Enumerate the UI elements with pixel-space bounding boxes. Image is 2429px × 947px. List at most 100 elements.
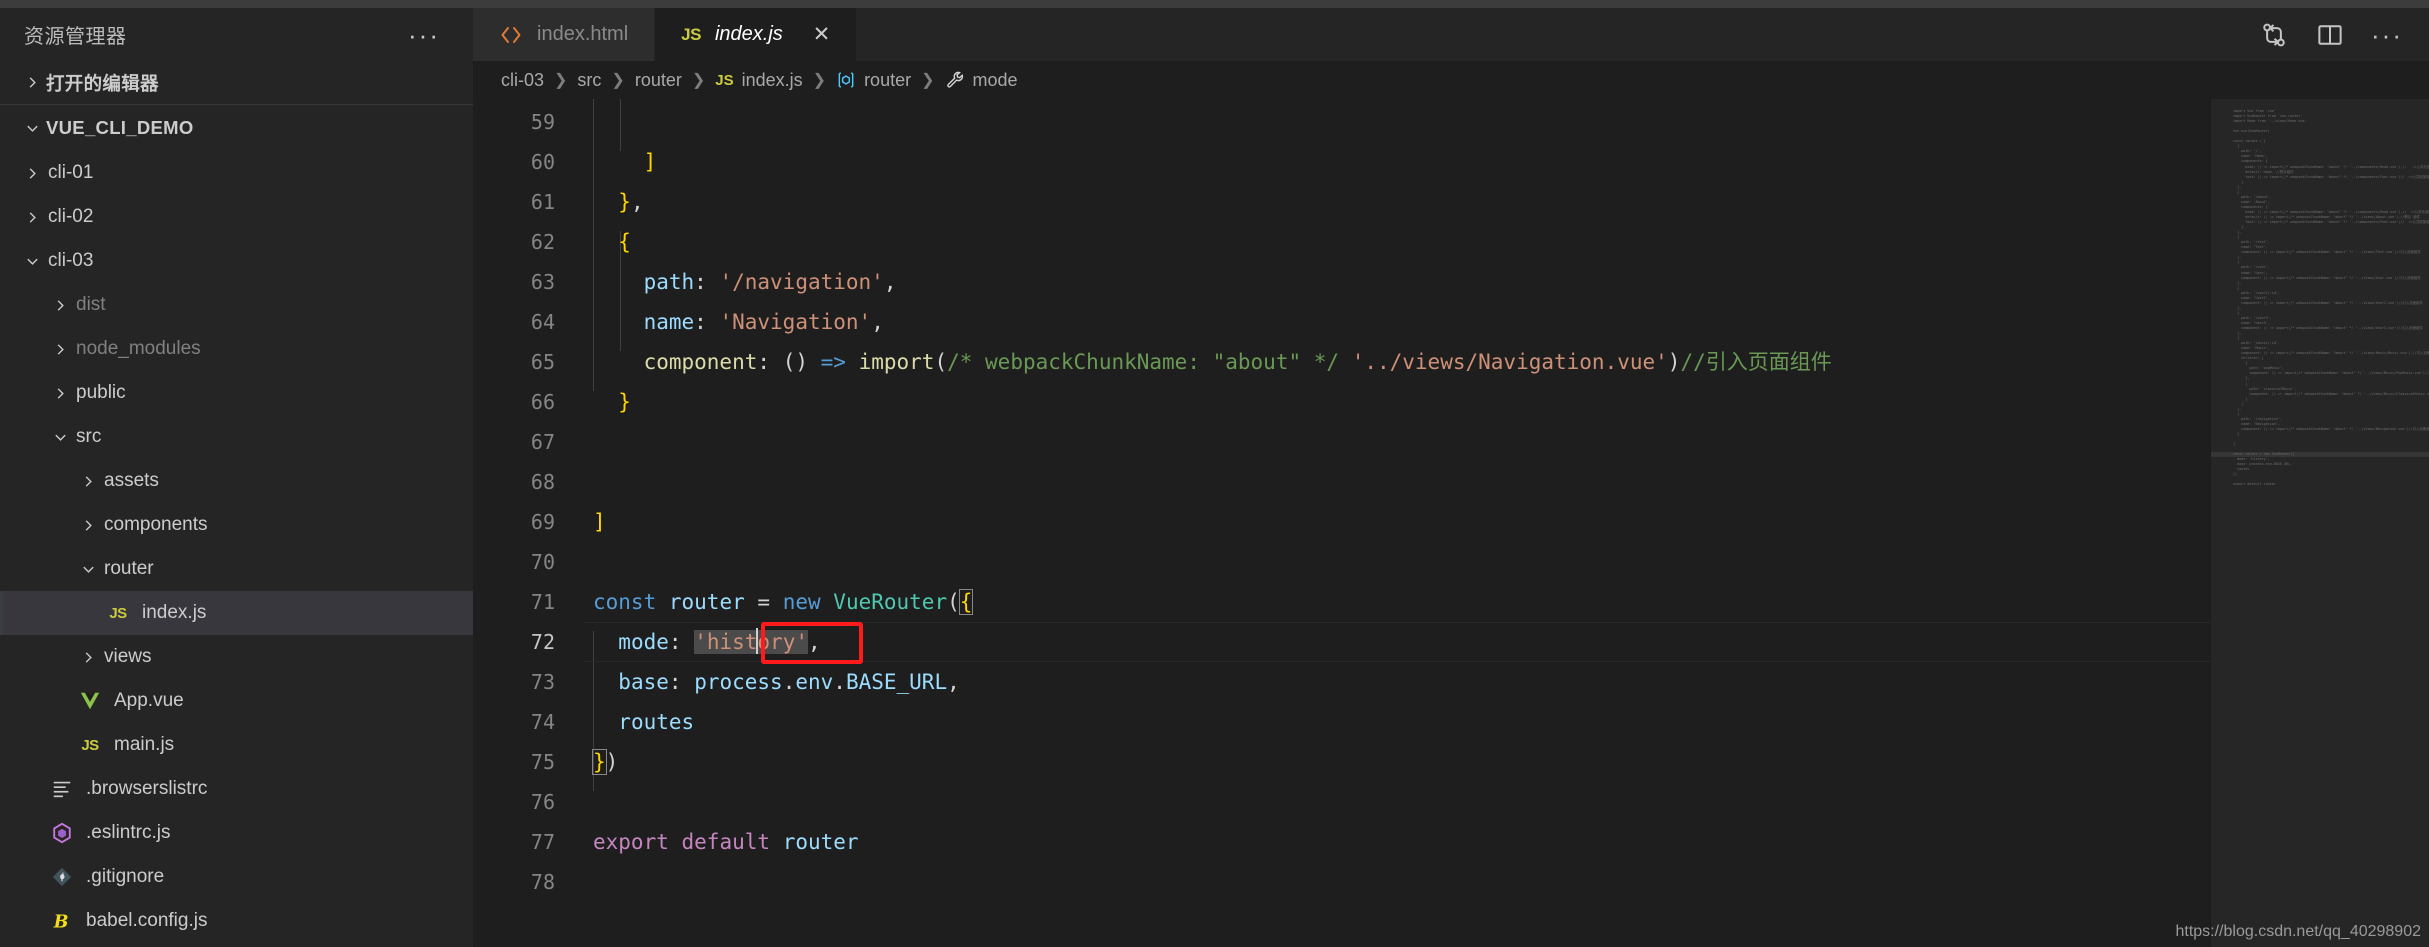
split-compare-icon[interactable] xyxy=(2259,20,2289,50)
chevron-down-icon xyxy=(74,562,102,577)
breadcrumb-item-router[interactable]: router xyxy=(635,70,682,91)
chevron-right-icon xyxy=(18,75,46,90)
code-line-78[interactable] xyxy=(583,862,2429,902)
line-number: 67 xyxy=(530,430,555,454)
breadcrumb-label: src xyxy=(577,69,602,90)
wrench-icon xyxy=(945,70,965,90)
tree-item-src[interactable]: src xyxy=(0,415,473,459)
breadcrumb-item-cli-03[interactable]: cli-03 xyxy=(501,70,544,91)
code-line-71[interactable]: const router = new VueRouter({ xyxy=(583,582,2429,622)
line-number: 64 xyxy=(530,310,555,334)
tree-item-eslintrc-js[interactable]: .eslintrc.js xyxy=(0,811,473,855)
breadcrumb-separator: ❯ xyxy=(611,72,625,89)
line-number: 75 xyxy=(530,750,555,774)
tree-item-node-modules[interactable]: node_modules xyxy=(0,327,473,371)
code-line-77[interactable]: export default router xyxy=(583,822,2429,862)
code-line-62[interactable]: { xyxy=(583,222,2429,262)
code-line-70[interactable] xyxy=(583,542,2429,582)
code-line-76[interactable] xyxy=(583,782,2429,822)
code-line-68[interactable] xyxy=(583,462,2429,502)
tree-item-label: .gitignore xyxy=(86,866,165,887)
tree-item-label: cli-02 xyxy=(48,206,94,227)
code-line-74[interactable]: routes xyxy=(583,702,2429,742)
tree-item-label: index.js xyxy=(142,602,207,623)
explorer-sidebar: 资源管理器 ··· 打开的编辑器 VUE_CLI_DEMO cli-01 cli-… xyxy=(0,8,473,947)
tree-item-label: node_modules xyxy=(76,338,201,359)
svg-text:B: B xyxy=(53,912,69,932)
tree-item-index-js[interactable]: JS index.js xyxy=(0,591,473,635)
tree-item-babel-config-js[interactable]: Bbabel.config.js xyxy=(0,899,473,943)
tree-item-label: assets xyxy=(104,470,159,491)
code-line-69[interactable]: ] xyxy=(583,502,2429,542)
tree-item-gitignore[interactable]: .gitignore xyxy=(0,855,473,899)
editor-tab-index-js[interactable]: JS index.js ✕ xyxy=(655,8,858,61)
code-line-66[interactable]: } xyxy=(583,382,2429,422)
code-line-73[interactable]: base: process.env.BASE_URL, xyxy=(583,662,2429,702)
breadcrumb-separator: ❯ xyxy=(691,72,706,89)
tree-item-browserslistrc[interactable]: .browserslistrc xyxy=(0,767,473,811)
project-root-section[interactable]: VUE_CLI_DEMO xyxy=(0,105,473,151)
tree-item-views[interactable]: views xyxy=(0,635,473,679)
breadcrumb-item-mode[interactable]: mode xyxy=(945,70,1018,91)
line-number: 71 xyxy=(530,590,555,614)
code-line-59[interactable] xyxy=(583,102,2429,142)
open-editors-section[interactable]: 打开的编辑器 xyxy=(0,61,473,105)
explorer-title: 资源管理器 xyxy=(24,26,127,48)
code-content[interactable]: ] }, { path: '/navigation', name: 'Navig… xyxy=(583,99,2429,947)
chevron-right-icon xyxy=(46,298,74,313)
tree-item-main-js[interactable]: JS main.js xyxy=(0,723,473,767)
tabbar-spacer xyxy=(857,8,2260,61)
editor-tab-index-html[interactable]: index.html xyxy=(473,8,656,61)
breadcrumb-item-src[interactable]: src xyxy=(577,70,601,91)
explorer-more-icon[interactable]: ··· xyxy=(408,22,440,48)
line-number: 73 xyxy=(530,670,555,694)
chevron-right-icon xyxy=(46,386,74,401)
line-number: 77 xyxy=(530,830,555,854)
breadcrumb-separator: ❯ xyxy=(554,72,568,89)
breadcrumb-item-router[interactable]: router xyxy=(836,70,911,91)
tree-item-label: main.js xyxy=(114,734,175,755)
tree-item-app-vue[interactable]: App.vue xyxy=(0,679,473,723)
tree-item-cli-01[interactable]: cli-01 xyxy=(0,151,473,195)
code-line-67[interactable] xyxy=(583,422,2429,462)
line-number: 65 xyxy=(530,350,555,374)
line-number: 78 xyxy=(530,870,555,894)
tree-item-cli-02[interactable]: cli-02 xyxy=(0,195,473,239)
line-number: 69 xyxy=(530,510,555,534)
code-line-64[interactable]: name: 'Navigation', xyxy=(583,302,2429,342)
tree-item-label: .eslintrc.js xyxy=(86,822,171,843)
code-editor[interactable]: 59 60 61 62 63 64 65 66 67 68 69 70 71 72 73 74 75 76 77 78… xyxy=(473,99,2429,947)
chevron-down-icon xyxy=(18,121,46,136)
tab-close-icon[interactable]: ✕ xyxy=(813,24,831,45)
code-line-75[interactable]: }) xyxy=(583,742,2429,782)
breadcrumb-label: router xyxy=(864,69,912,90)
code-line-65[interactable]: component: () => import(/* webpackChunkN… xyxy=(583,342,2429,382)
code-line-60[interactable]: ] xyxy=(583,142,2429,182)
code-line-72[interactable]: mode: 'history', xyxy=(583,622,2429,662)
tree-item-label: components xyxy=(104,514,208,535)
minimap[interactable]: import Vue from 'vue' import VueRouter f… xyxy=(2210,99,2429,947)
code-lines: ] }, { path: '/navigation', name: 'Navig… xyxy=(583,102,2429,902)
tree-item-dist[interactable]: dist xyxy=(0,283,473,327)
tree-item-assets[interactable]: assets xyxy=(0,459,473,503)
minimap-slider[interactable] xyxy=(2211,99,2429,947)
watermark-url: https://blog.csdn.net/qq_40298902 xyxy=(2175,923,2421,940)
tree-item-cli-03[interactable]: cli-03 xyxy=(0,239,473,283)
split-editor-icon[interactable] xyxy=(2315,20,2345,50)
tab-label: index.html xyxy=(537,23,629,45)
line-number: 72 xyxy=(530,630,555,654)
tree-item-label: src xyxy=(76,426,102,447)
editor-group: index.html JS index.js ✕ ··· cli-03 ❯ sr… xyxy=(473,8,2429,947)
code-line-63[interactable]: path: '/navigation', xyxy=(583,262,2429,302)
code-line-61[interactable]: }, xyxy=(583,182,2429,222)
tree-item-label: cli-03 xyxy=(48,250,94,271)
tree-item-components[interactable]: components xyxy=(0,503,473,547)
workbench-body: 资源管理器 ··· 打开的编辑器 VUE_CLI_DEMO cli-01 cli-… xyxy=(0,8,2429,947)
tree-item-router[interactable]: router xyxy=(0,547,473,591)
project-root-label: VUE_CLI_DEMO xyxy=(46,117,194,138)
tree-item-label: babel.config.js xyxy=(86,910,208,931)
tree-item-public[interactable]: public xyxy=(0,371,473,415)
more-actions-icon[interactable]: ··· xyxy=(2371,22,2403,48)
line-number: 76 xyxy=(530,790,555,814)
breadcrumb-item-index-js[interactable]: JS index.js xyxy=(715,70,802,91)
